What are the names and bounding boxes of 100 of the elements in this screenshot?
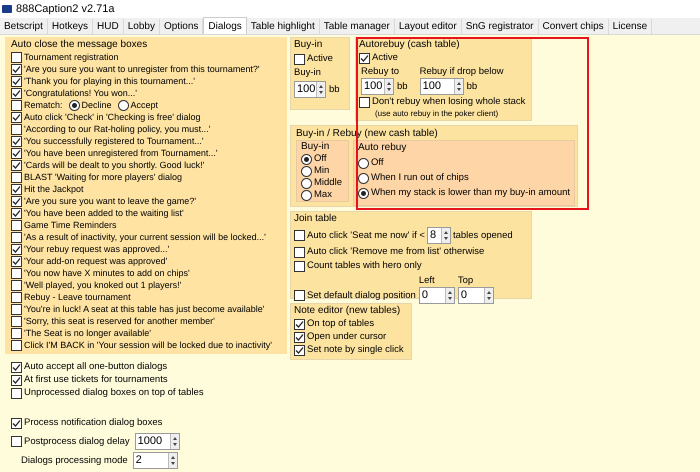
checkbox[interactable] [11, 362, 22, 372]
number-spinner[interactable]: 100 [294, 81, 326, 98]
tab[interactable]: License [608, 19, 652, 34]
checkbox[interactable] [11, 316, 22, 326]
checkbox[interactable] [11, 76, 22, 86]
checkbox[interactable] [11, 160, 22, 170]
checkbox[interactable] [11, 304, 22, 314]
checkbox-label: Hit the Jackpot [24, 183, 84, 195]
checkbox[interactable] [11, 232, 22, 242]
checkbox[interactable] [294, 246, 305, 258]
checkbox-label: 'Thank you for playing in this tournament...' [24, 75, 196, 87]
checkbox[interactable] [11, 340, 22, 350]
radio-button[interactable] [118, 100, 129, 110]
checkbox[interactable] [11, 220, 22, 230]
radio-button[interactable] [358, 158, 369, 168]
checkbox-label: 'You have been unregistered from Tournament...' [24, 147, 218, 159]
checkbox-label: Auto accept all one-button dialogs [24, 361, 168, 373]
checkbox-label: 'Your rebuy request was approved...' [24, 243, 170, 255]
tab[interactable]: Lobby [124, 19, 160, 34]
checkbox[interactable] [11, 374, 22, 386]
checkbox-label: Process notification dialog boxes [24, 417, 162, 429]
checkbox[interactable] [359, 52, 370, 64]
spin-arrows-icon [440, 228, 450, 243]
checkbox-label: 'You have been added to the waiting list' [24, 207, 184, 219]
checkbox[interactable] [11, 148, 22, 158]
checkbox-label: Count tables with hero only [307, 260, 422, 272]
checkbox[interactable] [294, 260, 305, 272]
checkbox[interactable] [11, 124, 22, 134]
checkbox-label: 'You successfully registered to Tournament...' [24, 135, 204, 147]
checkbox[interactable] [11, 328, 22, 338]
checkbox[interactable] [359, 96, 370, 108]
radio-label: When I run out of chips [371, 172, 469, 184]
number-spinner[interactable]: 0 [418, 287, 455, 304]
number-spinner[interactable]: 100 [361, 78, 394, 95]
checkbox-label: Set note by single click [307, 344, 404, 356]
checkbox[interactable] [11, 52, 22, 62]
checkbox[interactable] [11, 388, 22, 398]
field-label: Buy-in [294, 67, 322, 79]
number-spinner[interactable]: 100 [420, 78, 464, 95]
checkbox[interactable] [11, 256, 22, 266]
spin-arrows-icon [170, 434, 179, 449]
checkbox[interactable] [11, 64, 22, 74]
radio-label: Accept [130, 99, 158, 111]
group-title: Auto close the message boxes [11, 39, 148, 51]
checkbox-label: Active [307, 53, 333, 65]
checkbox[interactable] [294, 318, 305, 330]
radio-button[interactable] [301, 178, 312, 188]
checkbox[interactable] [294, 54, 305, 64]
checkbox[interactable] [11, 208, 22, 218]
checkbox[interactable] [11, 100, 22, 110]
checkbox[interactable] [11, 136, 22, 146]
checkbox[interactable] [11, 280, 22, 290]
radio-label: Min [314, 165, 330, 177]
number-spinner[interactable]: 0 [458, 287, 494, 304]
group-title: Autorebuy (cash table) [359, 38, 461, 51]
checkbox[interactable] [294, 230, 305, 241]
checkbox[interactable] [11, 112, 22, 122]
checkbox[interactable] [11, 244, 22, 254]
checkbox[interactable] [11, 418, 22, 428]
checkbox-label: 'Your add-on request was approved' [24, 255, 168, 267]
checkbox[interactable] [11, 436, 22, 447]
radio-button[interactable] [358, 172, 369, 184]
checkbox[interactable] [11, 196, 22, 206]
radio-button[interactable] [301, 154, 312, 164]
number-spinner[interactable]: 1000 [134, 433, 180, 450]
checkbox[interactable] [294, 344, 305, 356]
checkbox[interactable] [11, 88, 22, 98]
tab[interactable]: Convert chips [538, 19, 609, 34]
window-title: 888Caption2 v2.71a [16, 2, 114, 17]
group-title: Buy-in [301, 141, 330, 153]
checkbox-label: On top of tables [307, 318, 374, 330]
radio-button[interactable] [301, 190, 312, 200]
checkbox-label: Rebuy - Leave tournament [24, 291, 131, 303]
radio-button[interactable] [301, 166, 312, 176]
group-title: Auto rebuy [358, 141, 408, 154]
field-label: tables opened [452, 230, 513, 242]
checkbox[interactable] [11, 184, 22, 194]
group-title: Buy-in [294, 38, 324, 51]
checkbox[interactable] [294, 290, 305, 301]
checkbox[interactable] [11, 172, 22, 182]
radio-label: When my stack is lower than my buy-in amount [371, 187, 570, 199]
checkbox-label: Game Time Reminders [24, 219, 117, 231]
tab[interactable]: SnG registrator [462, 19, 539, 34]
tab[interactable]: Dialogs [203, 17, 247, 34]
number-spinner[interactable]: 8 [426, 227, 451, 244]
checkbox-label: 'Well played, you knoked out 1 players!' [24, 279, 182, 291]
checkbox-label: Active [372, 52, 398, 64]
checkbox[interactable] [294, 332, 305, 342]
checkbox[interactable] [11, 268, 22, 278]
number-spinner[interactable]: 2 [132, 452, 178, 469]
radio-button[interactable] [358, 188, 369, 198]
checkbox[interactable] [11, 292, 22, 302]
field-label: Rebuy to [361, 66, 400, 78]
tab[interactable]: Table manager [320, 19, 395, 34]
checkbox-label: Open under cursor [307, 331, 386, 343]
checkbox-label: 'Are you sure you want to unregister from this tournament?' [24, 63, 260, 75]
checkbox-label: 'Cards will be dealt to you shortly. Good luck!' [24, 159, 204, 171]
radio-button[interactable] [68, 100, 80, 110]
checkbox-label: Click I'M BACK in 'Your session will be locked due to inactivity' [24, 339, 272, 351]
unit-label: bb [397, 80, 408, 92]
